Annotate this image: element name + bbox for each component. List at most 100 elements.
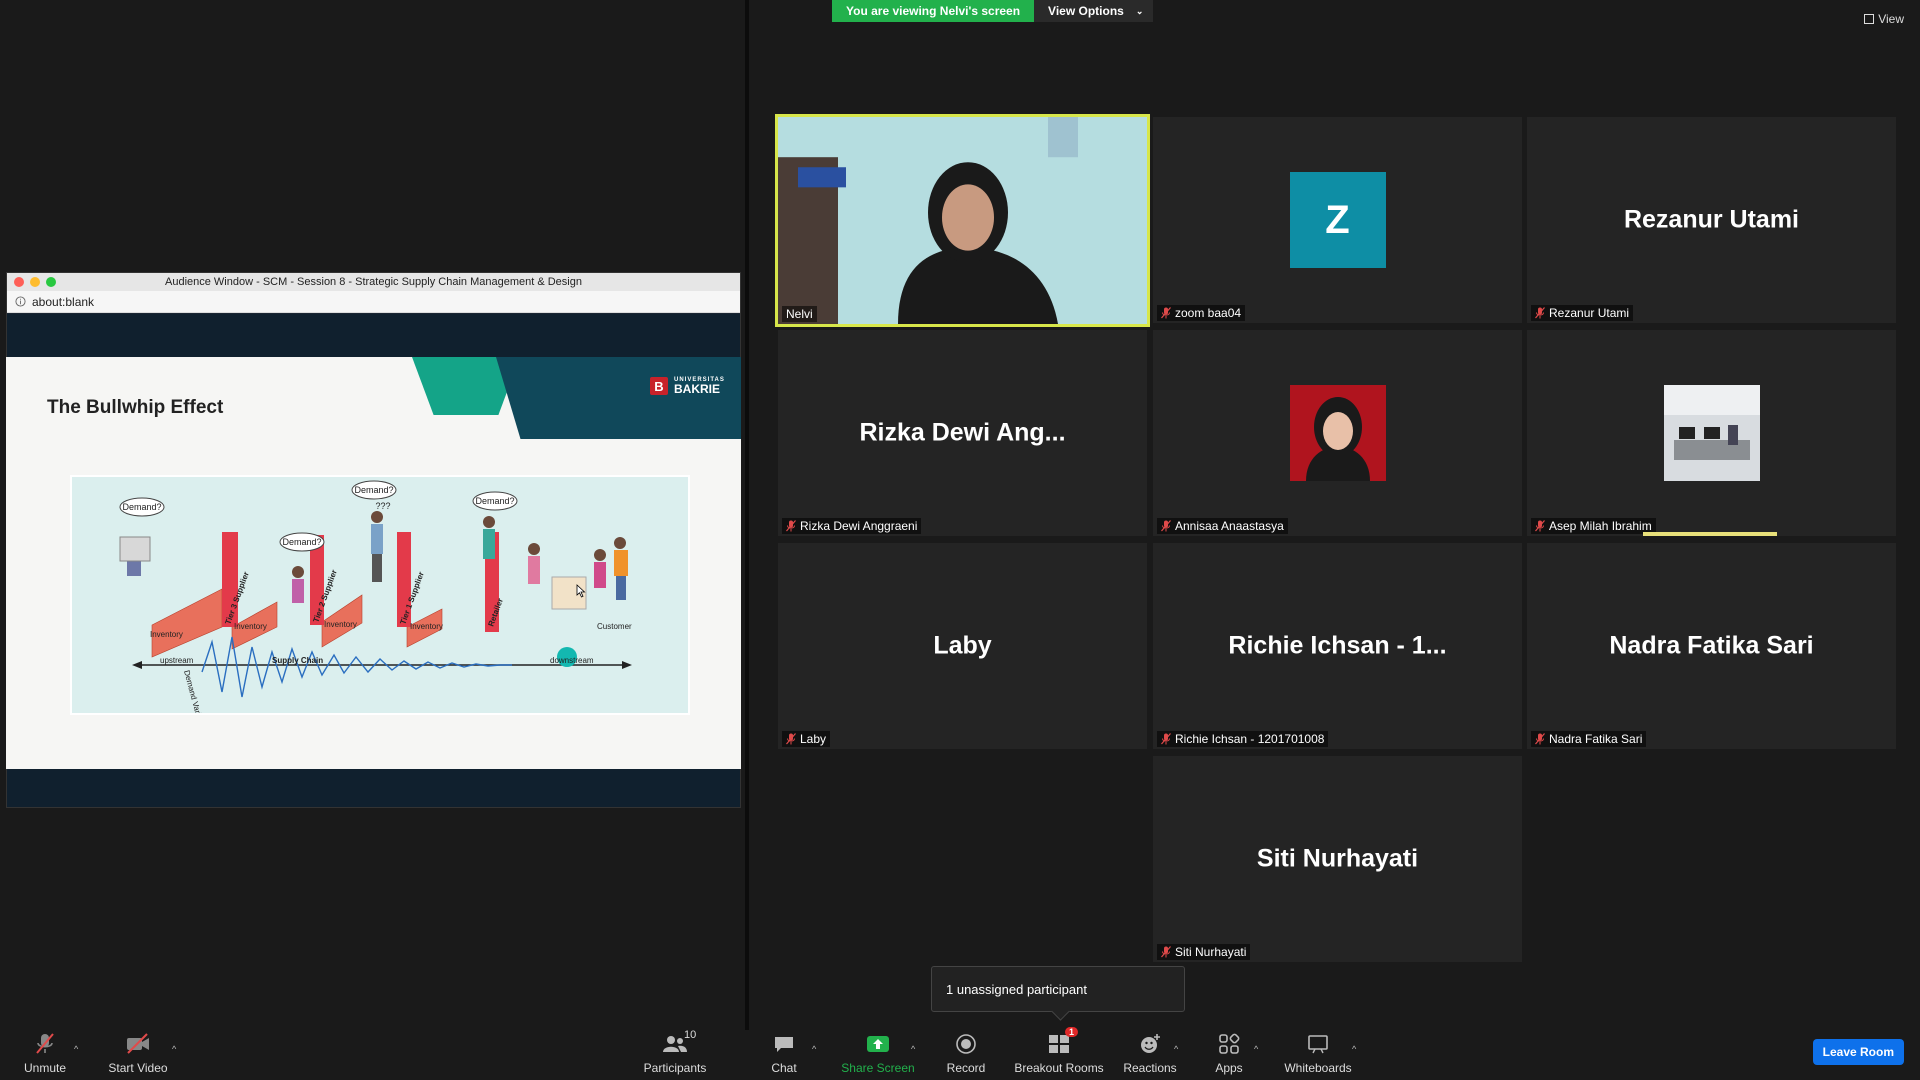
share-screen-icon [865,1031,891,1057]
participant-name-label: Rizka Dewi Anggraeni [782,518,922,534]
profile-photo [1663,385,1760,481]
mic-muted-icon [1161,520,1171,532]
participants-label: Participants [643,1061,707,1075]
participant-display-name: Rizka Dewi Ang... [859,418,1066,447]
avatar: Z [1289,172,1386,268]
customer-label: Customer [597,622,632,631]
breakout-rooms-label: Breakout Rooms [1014,1061,1104,1075]
close-window-icon[interactable] [14,277,24,287]
participant-tile[interactable]: Nelvi [775,114,1150,327]
participants-button[interactable]: 10 Participants [640,1029,710,1080]
participants-icon: 10 [662,1029,696,1057]
chevron-down-icon: ⌄ [1135,5,1144,16]
participant-name-label: Nelvi [782,306,817,322]
apps-options-chevron-icon[interactable]: ^ [1254,1044,1258,1054]
question-marks: ??? [375,501,390,511]
participant-name: zoom baa04 [1175,306,1242,320]
mic-muted-icon [786,733,796,745]
apps-button[interactable]: Apps [1212,1030,1246,1080]
view-button[interactable]: View [1864,12,1904,26]
participant-name-label: Richie Ichsan - 1201701008 [1157,731,1329,747]
mic-muted-icon [1535,520,1545,532]
breakout-rooms-icon: 1 [1046,1027,1078,1057]
participant-name: Rizka Dewi Anggraeni [800,519,918,533]
share-options-chevron-icon[interactable]: ^ [911,1044,915,1054]
inventory-label-2: Inventory [234,622,267,631]
participant-name: Nadra Fatika Sari [1549,732,1643,746]
chat-button[interactable]: Chat [762,1030,806,1080]
participant-name-label: Annisaa Anaastasya [1157,518,1288,534]
demand-bubble-2: Demand? [282,537,321,547]
logo-mark: B [650,377,668,395]
participant-tile[interactable]: Rizka Dewi Ang... Rizka Dewi Anggraeni [778,330,1147,536]
breakout-badge: 1 [1064,1027,1078,1037]
info-icon [15,296,26,307]
participant-tile[interactable]: Siti Nurhayati Siti Nurhayati [1153,756,1522,962]
unassigned-participant-tooltip: 1 unassigned participant [931,966,1185,1012]
people [119,511,628,610]
participant-display-name: Nadra Fatika Sari [1609,631,1814,660]
unmute-label: Unmute [23,1061,67,1075]
participant-tile[interactable]: Asep Milah Ibrahim [1527,330,1896,536]
leave-room-button[interactable]: Leave Room [1812,1039,1904,1065]
participant-tile[interactable]: Annisaa Anaastasya [1153,330,1522,536]
apps-label: Apps [1215,1061,1243,1075]
video-options-chevron-icon[interactable]: ^ [172,1044,176,1054]
whiteboards-button[interactable]: Whiteboards [1282,1030,1354,1080]
participant-display-name: Siti Nurhayati [1256,844,1419,873]
screen-share-banner: You are viewing Nelvi's screen View Opti… [832,0,1154,22]
start-video-button[interactable]: Start Video [106,1030,170,1080]
avatar-initial: Z [1325,197,1350,242]
whiteboard-icon [1305,1031,1331,1057]
demand-variability-label: Demand Variability [182,669,208,713]
minimize-window-icon[interactable] [30,277,40,287]
chat-label: Chat [771,1061,797,1075]
demand-bubble-4: Demand? [475,496,514,506]
participant-name: Nelvi [786,307,813,321]
participant-tile[interactable]: Nadra Fatika Sari Nadra Fatika Sari [1527,543,1896,749]
participant-tile[interactable]: Rezanur Utami Rezanur Utami [1527,117,1896,323]
participant-name-label: Asep Milah Ibrahim [1531,518,1656,534]
view-options-label: View Options [1048,4,1124,18]
viewing-screen-label: You are viewing Nelvi's screen [832,0,1035,22]
address-bar[interactable]: about:blank [7,291,740,313]
reactions-options-chevron-icon[interactable]: ^ [1174,1044,1178,1054]
split-divider[interactable] [745,0,749,1030]
participant-name: Laby [800,732,827,746]
whiteboards-options-chevron-icon[interactable]: ^ [1352,1044,1356,1054]
breakout-rooms-button[interactable]: 1 Breakout Rooms [1012,1027,1106,1080]
mic-muted-icon [1535,733,1545,745]
mic-muted-icon [1161,946,1171,958]
chat-options-chevron-icon[interactable]: ^ [812,1044,816,1054]
maximize-window-icon[interactable] [46,277,56,287]
demand-bubble-3: Demand? [354,485,393,495]
zoom-meeting-window: Audience Window - SCM - Session 8 - Stra… [0,0,1920,1080]
mic-muted-icon [1161,733,1171,745]
participants-count: 10 [684,1029,697,1041]
demand-bubbles: Demand? Demand? Demand? ??? Demand? [119,480,518,552]
mouse-cursor-icon [576,584,586,598]
university-logo: B UNIVERSITAS BAKRIE [650,377,725,395]
audience-window-title: Audience Window - SCM - Session 8 - Stra… [165,276,582,288]
reactions-label: Reactions [1123,1061,1177,1075]
bullwhip-diagram: Demand? Demand? Demand? ??? Demand? Tier… [70,475,690,736]
view-options-button[interactable]: View Options ⌄ [1034,0,1154,22]
downstream-label: downstream [550,656,594,665]
inventory-label-3: Inventory [324,620,357,629]
apps-icon [1216,1031,1242,1057]
profile-photo [1289,385,1386,481]
audio-options-chevron-icon[interactable]: ^ [74,1044,78,1054]
share-screen-button[interactable]: Share Screen [838,1030,918,1080]
record-button[interactable]: Record [944,1030,988,1080]
participant-name-label: zoom baa04 [1157,305,1246,321]
unmute-button[interactable]: Unmute [22,1030,68,1080]
participant-tile[interactable]: Zzoom baa04 [1153,117,1522,323]
upstream-label: upstream [160,656,194,665]
inventory-label-4: Inventory [410,622,443,631]
reactions-button[interactable]: Reactions [1123,1030,1177,1080]
participant-tile[interactable]: Richie Ichsan - 1... Richie Ichsan - 1201… [1153,543,1522,749]
start-video-label: Start Video [108,1061,168,1075]
participant-tile[interactable]: Laby Laby [778,543,1147,749]
record-label: Record [946,1061,986,1075]
mic-muted-icon [1535,307,1545,319]
